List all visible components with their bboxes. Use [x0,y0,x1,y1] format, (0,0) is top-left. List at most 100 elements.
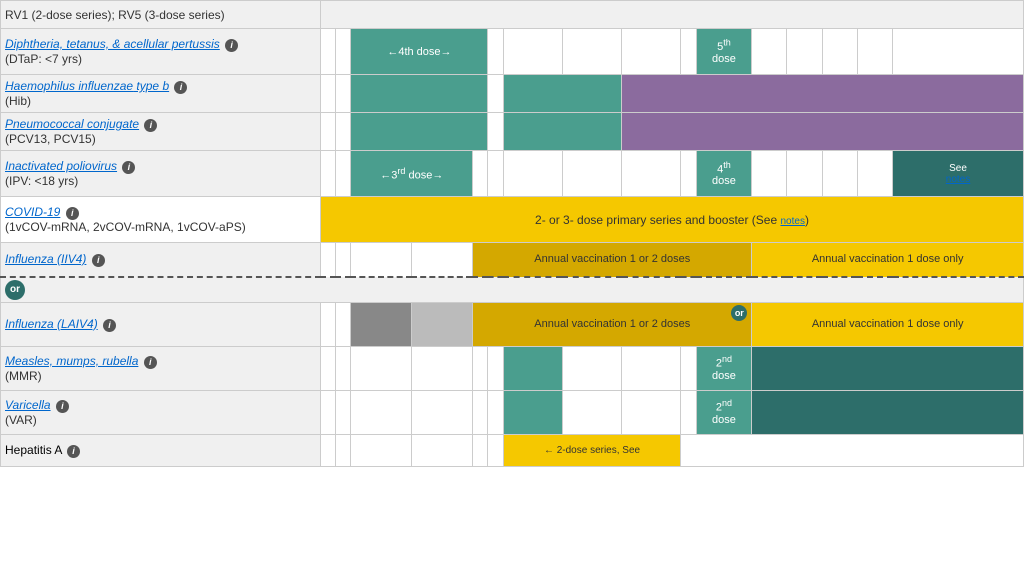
var-birth [321,390,336,434]
var-link[interactable]: Varicella [5,398,51,412]
iiv4-annual1: Annual vaccination 1 or 2 doses [473,243,752,277]
dtap-16yr [857,29,892,75]
or-row: or [1,277,1024,303]
hepa-2m [351,434,412,466]
table-row-hepa: Hepatitis A i ← 2-dose series, See [1,434,1024,466]
laiv4-link[interactable]: Influenza (LAIV4) [5,317,98,331]
hib-link[interactable]: Haemophilus influenzae type b [5,79,169,93]
hib-info-icon[interactable]: i [174,81,187,94]
dtap-9m [488,29,503,75]
dtap-18m [622,29,681,75]
laiv4-or-badge: or [731,305,747,321]
var-9m [488,390,503,434]
vaccine-name-covid: COVID-19 i (1vCOV-mRNA, 2vCOV-mRNA, 1vCO… [1,197,321,243]
mmr-link[interactable]: Measles, mumps, rubella [5,354,138,368]
var-12m [503,390,562,434]
table-row: RV1 (2-dose series); RV5 (3-dose series) [1,1,1024,29]
table-row-mmr: Measles, mumps, rubella i (MMR) 2nddose [1,346,1024,390]
dtap-link[interactable]: Diphtheria, tetanus, & acellular pertuss… [5,37,220,51]
pcv-1m [336,113,351,151]
table-row-covid: COVID-19 i (1vCOV-mRNA, 2vCOV-mRNA, 1vCO… [1,197,1024,243]
covid-schedule-span: 2- or 3- dose primary series and booster… [321,197,1024,243]
ipv-see-notes: Seenotes [893,151,1024,197]
var-15m [562,390,621,434]
mmr-info-icon[interactable]: i [144,356,157,369]
ipv-info-icon[interactable]: i [122,161,135,174]
hepa-info-icon[interactable]: i [67,445,80,458]
vaccine-name-hepa: Hepatitis A i [1,434,321,466]
covid-notes-link[interactable]: notes [780,216,804,227]
ipv-4th-dose: 4thdose [696,151,752,197]
covid-info-icon[interactable]: i [66,207,79,220]
mmr-subtitle: (MMR) [5,369,42,383]
hib-1m [336,75,351,113]
hepa-older [681,434,1024,466]
table-row-var: Varicella i (VAR) 2nddose [1,390,1024,434]
hib-subtitle: (Hib) [5,94,31,108]
mmr-9m [488,346,503,390]
covid-link[interactable]: COVID-19 [5,205,60,219]
vaccine-schedule-table: RV1 (2-dose series); RV5 (3-dose series)… [0,0,1024,467]
ipv-12m [503,151,562,197]
pcv-info-icon[interactable]: i [144,119,157,132]
dtap-17-18yr [893,29,1024,75]
mmr-18m [622,346,681,390]
iiv4-info-icon[interactable]: i [92,254,105,267]
ipv-2-3yr [681,151,696,197]
vaccine-name-pcv: Pneumococcal conjugate i (PCV13, PCV15) [1,113,321,151]
var-4m [412,390,473,434]
table-row-pcv: Pneumococcal conjugate i (PCV13, PCV15) [1,113,1024,151]
dtap-info-icon[interactable]: i [225,39,238,52]
vaccine-name-ipv: Inactivated poliovirus i (IPV: <18 yrs) [1,151,321,197]
hepa-1m [336,434,351,466]
iiv4-link[interactable]: Influenza (IIV4) [5,252,86,266]
mmr-older [752,346,1024,390]
ipv-link[interactable]: Inactivated poliovirus [5,159,117,173]
pcv-purple [622,113,1024,151]
mmr-birth [321,346,336,390]
hib-purple [622,75,1024,113]
ipv-1m [336,151,351,197]
mmr-1m [336,346,351,390]
mmr-2-3yr [681,346,696,390]
vaccine-name-iiv4: Influenza (IIV4) i [1,243,321,277]
pcv-link[interactable]: Pneumococcal conjugate [5,117,139,131]
ipv-6m [473,151,488,197]
laiv4-1m [336,302,351,346]
ipv-notes-link[interactable]: notes [946,174,970,185]
hepa-6m [473,434,488,466]
hepa-label: Hepatitis A [5,443,62,457]
mmr-2nd-dose: 2nddose [696,346,752,390]
vaccine-name-laiv4: Influenza (LAIV4) i [1,302,321,346]
ipv-subtitle: (IPV: <18 yrs) [5,174,78,188]
table-row-hib: Haemophilus influenzae type b i (Hib) [1,75,1024,113]
var-1m [336,390,351,434]
var-2-3yr [681,390,696,434]
pcv-9m [488,113,503,151]
mmr-4m [412,346,473,390]
dtap-15m [562,29,621,75]
iiv4-4m [412,243,473,277]
var-6m [473,390,488,434]
ipv-9m [488,151,503,197]
var-subtitle: (VAR) [5,413,37,427]
laiv4-annual2: Annual vaccination 1 dose only [752,302,1024,346]
var-info-icon[interactable]: i [56,400,69,413]
vaccine-name-dtap: Diphtheria, tetanus, & acellular pertuss… [1,29,321,75]
laiv4-info-icon[interactable]: i [103,319,116,332]
vaccine-name-rv: RV1 (2-dose series); RV5 (3-dose series) [1,1,321,29]
pcv-subtitle: (PCV13, PCV15) [5,132,96,146]
var-2m [351,390,412,434]
mmr-12m [503,346,562,390]
hepa-2dose-series: ← 2-dose series, See [503,434,681,466]
laiv4-annual1: or Annual vaccination 1 or 2 doses [473,302,752,346]
vaccine-name-var: Varicella i (VAR) [1,390,321,434]
pcv-teal-later [503,113,621,151]
rv-label: RV1 (2-dose series); RV5 (3-dose series) [5,8,225,22]
vaccine-name-mmr: Measles, mumps, rubella i (MMR) [1,346,321,390]
vaccine-name-hib: Haemophilus influenzae type b i (Hib) [1,75,321,113]
covid-subtitle: (1vCOV-mRNA, 2vCOV-mRNA, 1vCOV-aPS) [5,220,246,234]
dtap-5th-top: 5th [717,41,731,53]
var-older [752,390,1024,434]
dtap-1m [336,29,351,75]
